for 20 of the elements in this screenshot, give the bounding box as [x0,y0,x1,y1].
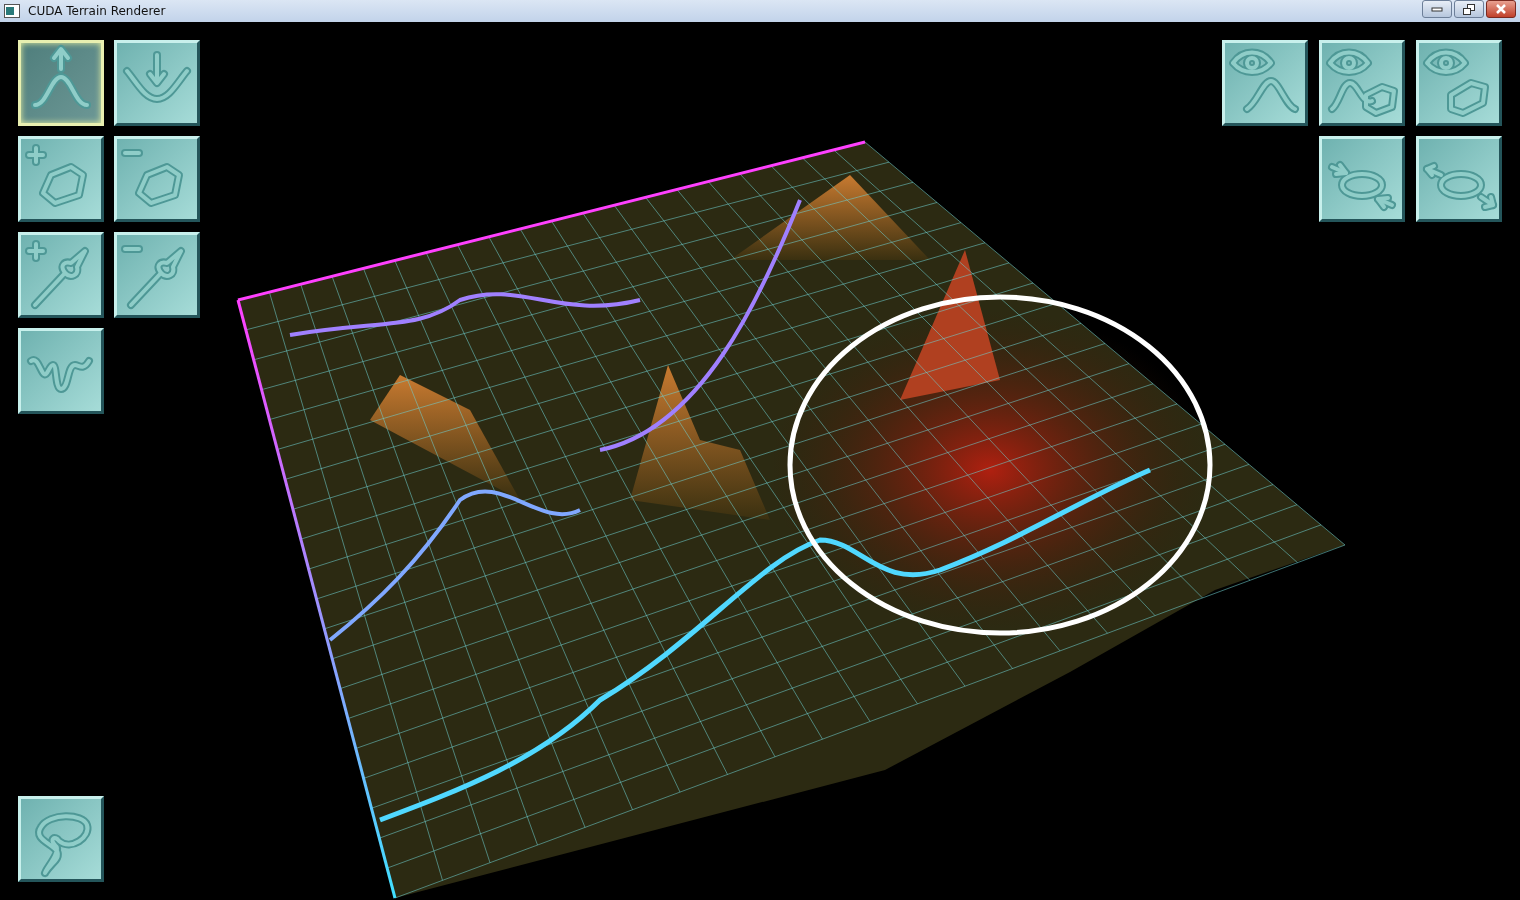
window-title: CUDA Terrain Renderer [28,4,167,18]
tool-button[interactable] [114,232,200,318]
tool-button[interactable] [18,796,104,882]
tool-button[interactable] [1222,40,1308,126]
tool-button[interactable] [18,40,104,126]
minimize-icon [1431,6,1443,12]
tool-button[interactable] [18,136,104,222]
app-icon [4,4,20,18]
tool-button[interactable] [114,40,200,126]
restore-icon [1463,3,1475,15]
tool-button[interactable] [1416,40,1502,126]
tool-button[interactable] [114,136,200,222]
close-icon [1495,4,1507,14]
tool-button[interactable] [1416,136,1502,222]
restore-button[interactable] [1454,0,1484,18]
tool-button[interactable] [1319,40,1405,126]
tool-button[interactable] [18,328,104,414]
tool-button[interactable] [1319,136,1405,222]
close-button[interactable] [1486,0,1516,18]
tool-button[interactable] [18,232,104,318]
